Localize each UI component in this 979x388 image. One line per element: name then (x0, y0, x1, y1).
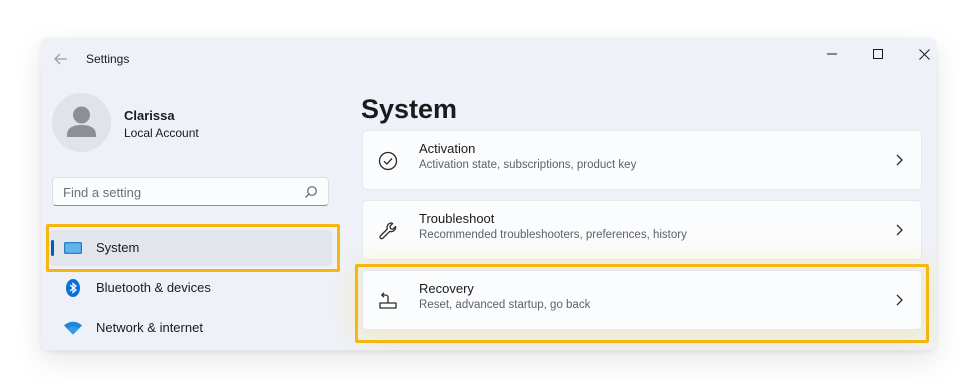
bluetooth-icon (66, 279, 80, 297)
sidebar-item-label: Network & internet (96, 320, 203, 335)
check-circle-icon (378, 151, 398, 171)
card-title: Activation (419, 141, 476, 156)
laptop-icon (64, 242, 82, 254)
card-description: Activation state, subscriptions, product… (419, 159, 637, 171)
settings-window: Settings Clarissa Local Account Find a s… (41, 38, 936, 350)
sidebar-item-label: Bluetooth & devices (96, 280, 211, 295)
app-title: Settings (86, 52, 130, 66)
sidebar-item-system[interactable]: System (49, 230, 332, 266)
troubleshoot-card[interactable]: Troubleshoot Recommended troubleshooters… (362, 200, 922, 260)
avatar[interactable] (52, 93, 111, 152)
card-description: Reset, advanced startup, go back (419, 299, 591, 311)
wrench-icon (379, 222, 397, 240)
card-title: Troubleshoot (419, 211, 495, 226)
chevron-right-icon (896, 154, 903, 166)
wifi-icon (64, 321, 82, 335)
chevron-right-icon (896, 294, 903, 306)
close-icon (918, 48, 930, 60)
back-arrow-icon (54, 53, 67, 65)
recovery-card[interactable]: Recovery Reset, advanced startup, go bac… (362, 270, 922, 330)
page-title: System (361, 94, 458, 124)
person-icon (67, 106, 96, 137)
sidebar-item-bluetooth[interactable]: Bluetooth & devices (49, 270, 332, 306)
back-button[interactable] (52, 50, 70, 68)
recovery-icon (379, 292, 397, 309)
minimize-button[interactable] (809, 42, 855, 66)
search-icon[interactable] (304, 185, 318, 199)
maximize-icon (873, 49, 883, 59)
chevron-right-icon (896, 224, 903, 236)
minimize-icon (827, 53, 837, 55)
close-button[interactable] (901, 42, 936, 66)
title-bar: Settings (41, 38, 936, 80)
card-title: Recovery (419, 281, 474, 296)
user-name: Clarissa (124, 108, 175, 123)
activation-card[interactable]: Activation Activation state, subscriptio… (362, 130, 922, 190)
sidebar-item-network[interactable]: Network & internet (49, 310, 332, 346)
maximize-button[interactable] (855, 42, 901, 66)
account-type: Local Account (124, 126, 199, 140)
search-input[interactable]: Find a setting (52, 177, 329, 206)
card-description: Recommended troubleshooters, preferences… (419, 229, 687, 241)
sidebar-item-label: System (96, 240, 140, 255)
search-placeholder: Find a setting (63, 185, 142, 200)
selection-indicator (51, 240, 54, 256)
